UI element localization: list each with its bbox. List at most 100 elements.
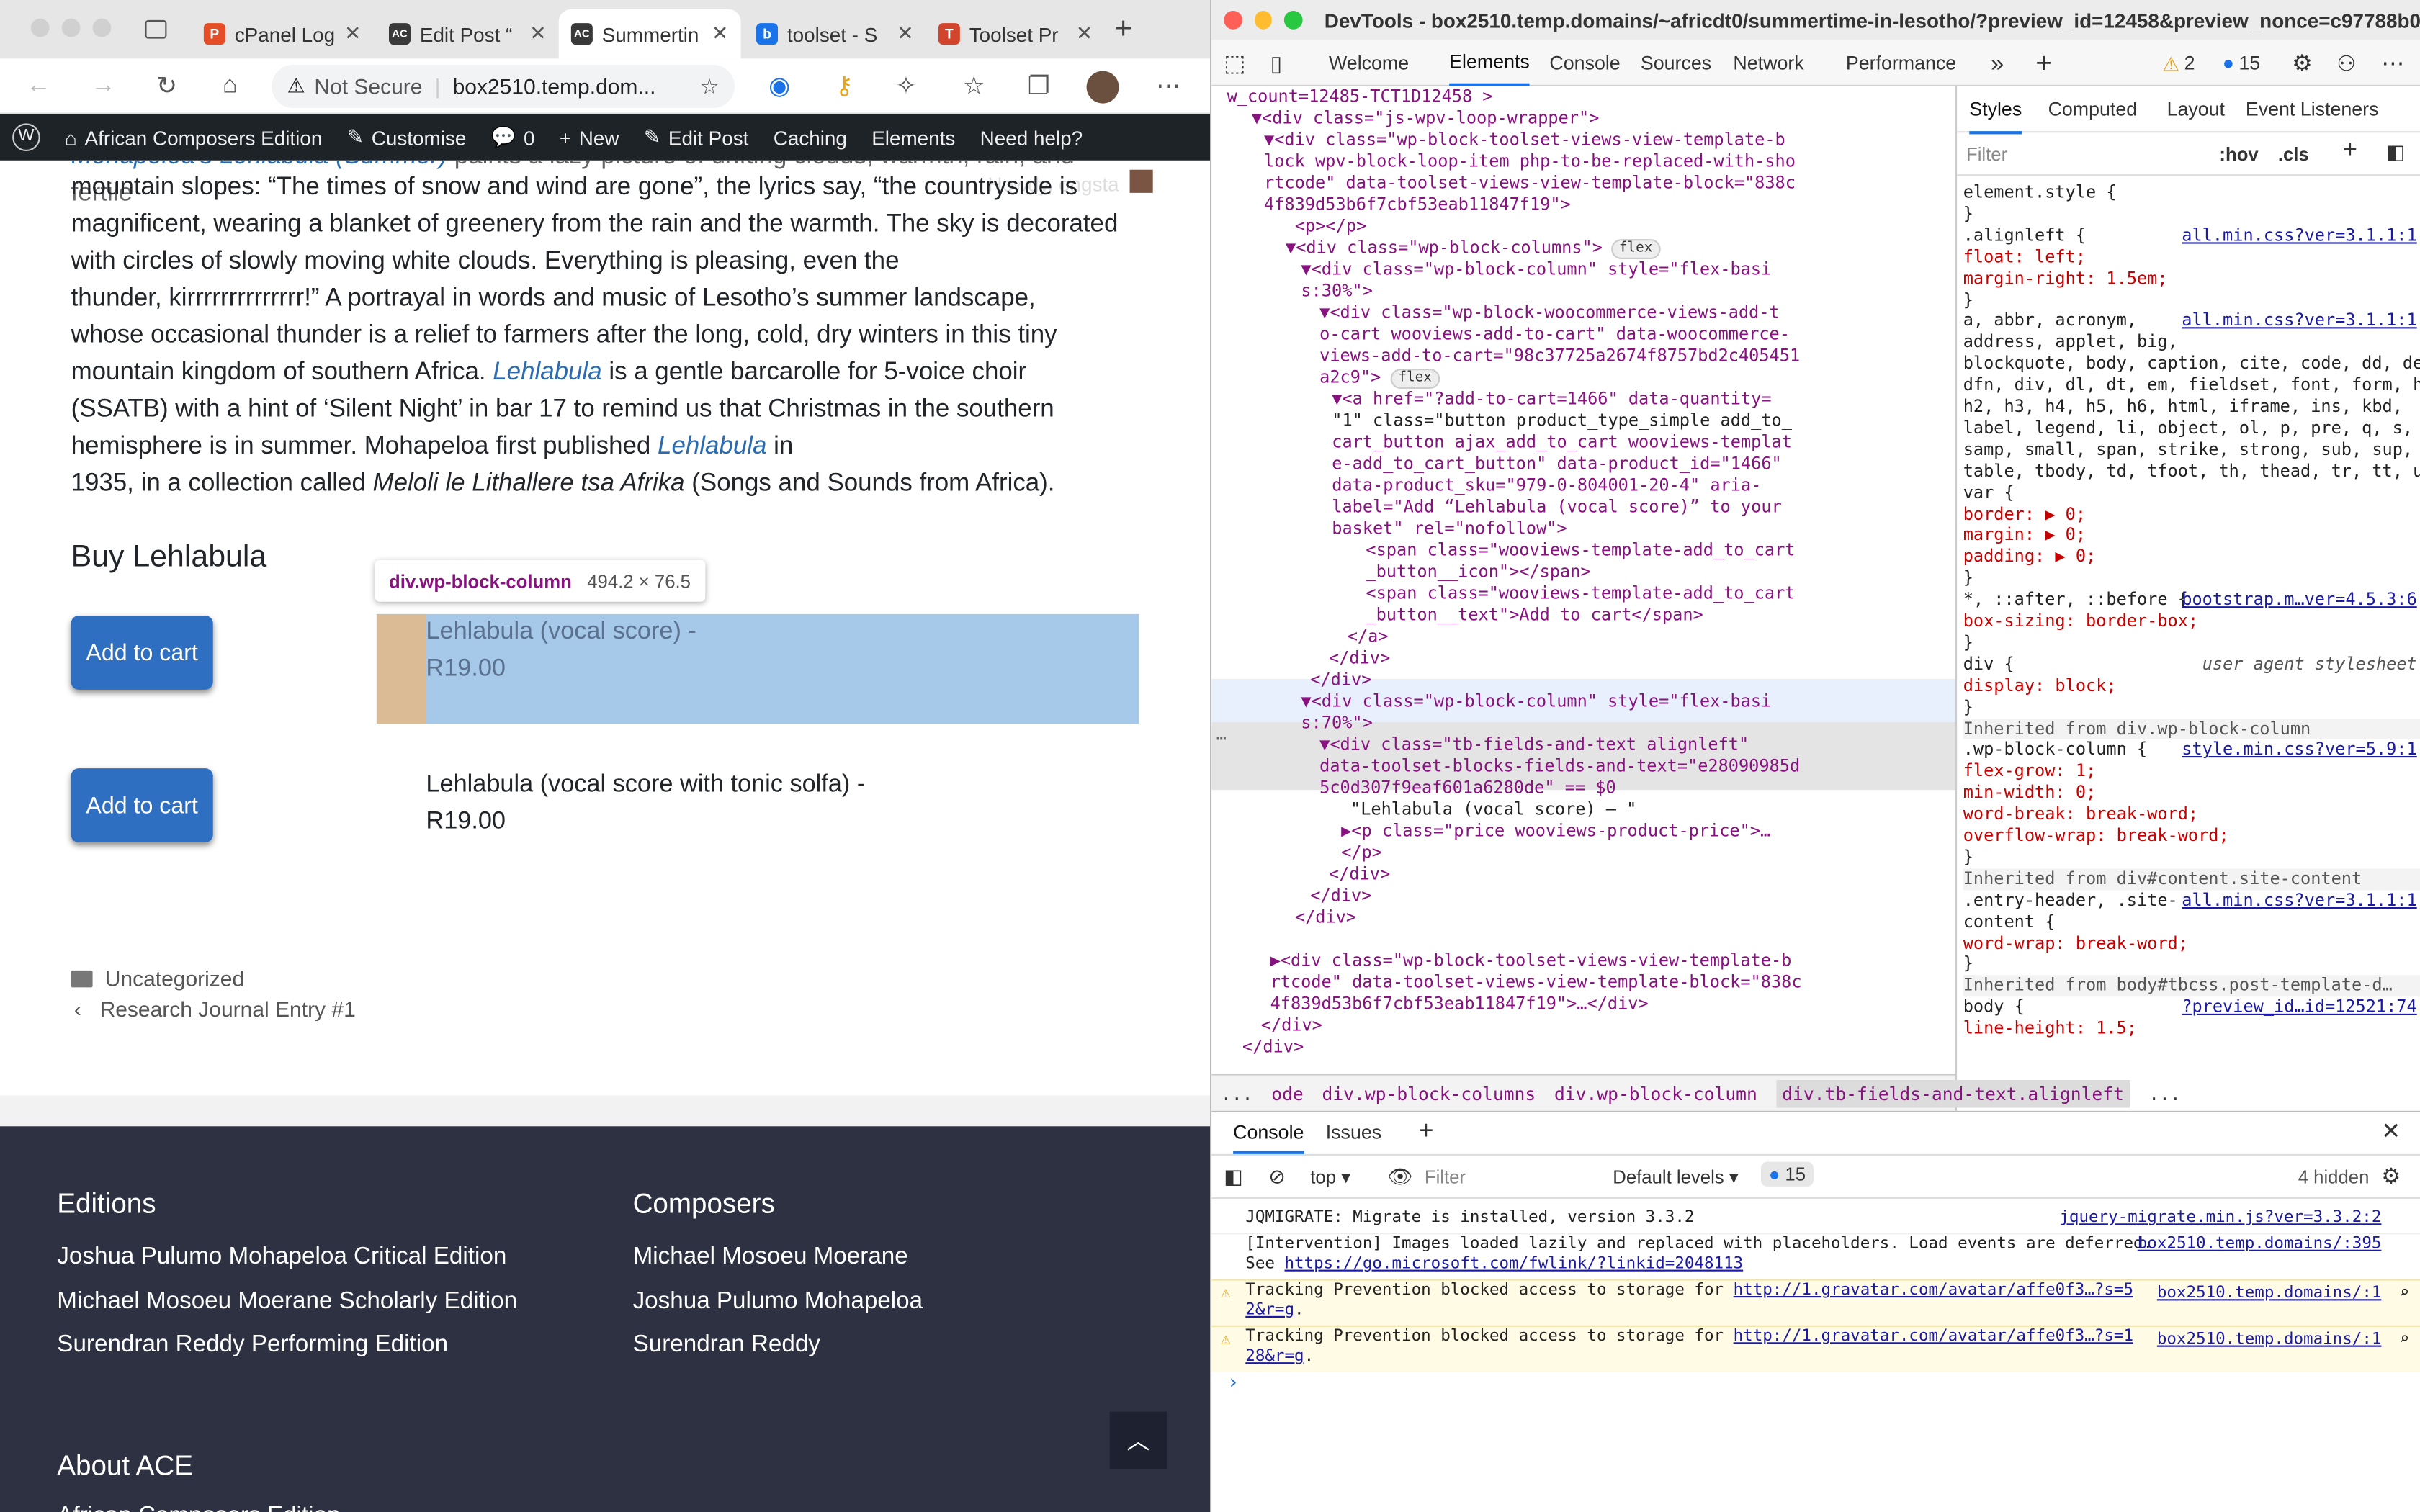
dom-node-line[interactable]: </div> [1329, 648, 1390, 670]
forward-icon[interactable]: → [86, 71, 120, 102]
console-filter-input[interactable]: Filter [1425, 1166, 1466, 1188]
home-icon[interactable]: ⌂ [213, 71, 247, 102]
dom-node-line[interactable]: _button__icon"></span> [1366, 562, 1590, 583]
inspect-element-icon[interactable]: ⬚ [1224, 40, 1245, 86]
more-tabs-icon[interactable]: » [1991, 40, 2004, 86]
dom-node-line[interactable]: </div> [1329, 864, 1390, 886]
tab-close-icon[interactable]: ✕ [344, 22, 361, 46]
lehlabula-summer-link[interactable]: Mohapeloa's Lehlabula (Summer) [71, 161, 448, 170]
lehlabula-link[interactable]: Lehlabula [493, 358, 601, 386]
drawer-tab-issues[interactable]: Issues [1326, 1122, 1381, 1143]
collections-icon[interactable]: ❐ [1022, 71, 1056, 102]
tab-actions-icon[interactable] [145, 19, 167, 39]
minimize-window-button[interactable] [1254, 11, 1273, 30]
add-to-cart-button[interactable]: Add to cart [71, 768, 213, 842]
flex-badge[interactable]: flex [1390, 369, 1440, 389]
console-prompt[interactable]: › [1227, 1372, 1240, 1395]
source-link[interactable]: box2510.temp.domains/:395 [2138, 1234, 2382, 1254]
stylesheet-source-link[interactable]: ?preview_id…id=12521:74 [2182, 997, 2416, 1017]
dom-node-line[interactable]: ▼<div class="wp-block-column" style="fle… [1301, 691, 1771, 713]
dom-node-line[interactable]: o-cart wooviews-add-to-cart" data-woocom… [1319, 324, 1790, 346]
gravatar-link[interactable]: http://1.gravatar.com/avatar/affe0f3…?s=… [1734, 1327, 2133, 1346]
console-settings-icon[interactable]: ⚙ [2381, 1164, 2401, 1189]
dom-node-line[interactable]: label="Add “Lehlabula (vocal score)” to … [1332, 497, 1781, 518]
close-window-button[interactable] [1224, 11, 1242, 30]
dom-node-line[interactable]: </div> [1295, 907, 1356, 929]
close-window-button[interactable] [30, 18, 50, 37]
search-icon[interactable]: ⌕ [2399, 1284, 2409, 1304]
more-options-icon[interactable]: ⋯ [2381, 40, 2404, 86]
favorite-star-icon[interactable]: ☆ [700, 73, 720, 99]
wordpress-logo-icon[interactable]: W [0, 114, 53, 161]
help-menu[interactable]: Need help? [968, 114, 1095, 161]
tab-welcome[interactable]: Welcome [1329, 40, 1409, 86]
breadcrumb-item[interactable]: div.wp-block-column [1554, 1082, 1757, 1104]
gravatar-link[interactable]: http://1.gravatar.com/avatar/affe0f3…?s=… [1734, 1281, 2133, 1300]
log-levels-select[interactable]: Default levels ▾ [1613, 1166, 1738, 1188]
new-content-menu[interactable]: + New [547, 114, 632, 161]
context-select[interactable]: top ▾ [1310, 1166, 1350, 1188]
breadcrumb-item-selected[interactable]: div.tb-fields-and-text.alignleft [1775, 1079, 2130, 1107]
breadcrumb-item[interactable]: ... [2148, 1082, 2181, 1104]
sidebar-toggle-icon[interactable]: ◧ [1224, 1165, 1242, 1189]
fwlink-link[interactable]: https://go.microsoft.com/fwlink/?linkid=… [1284, 1254, 1743, 1273]
tab-network[interactable]: Network [1733, 40, 1803, 86]
dom-node-line[interactable]: lock wpv-block-loop-item php-to-be-repla… [1264, 151, 1796, 173]
reload-icon[interactable]: ↻ [150, 71, 184, 102]
favorites-icon[interactable]: ☆ [957, 71, 991, 102]
breadcrumb-item[interactable]: ... [1221, 1082, 1253, 1104]
tab-bing-toolset[interactable]: b toolset - S ✕ [744, 9, 926, 59]
message-count-badge[interactable]: ● 15 [1761, 1161, 1814, 1187]
comments-link[interactable]: 💬 0 [478, 114, 547, 161]
new-rule-icon[interactable]: + [2343, 138, 2357, 166]
source-link[interactable]: jquery-migrate.min.js?ver=3.3.2:2 [2059, 1208, 2381, 1228]
zoom-window-button[interactable] [1284, 11, 1303, 30]
clear-console-icon[interactable]: ⊘ [1268, 1165, 1285, 1189]
dom-node-line[interactable]: ▼<div class="wp-block-column" style="fle… [1301, 259, 1771, 281]
dom-node-line[interactable]: ▼<div class="js-wpv-loop-wrapper"> [1252, 108, 1600, 130]
tab-event-listeners[interactable]: Event Listeners [2246, 99, 2379, 120]
add-drawer-tab-icon[interactable]: + [1418, 1115, 1433, 1146]
drawer-tab-console[interactable]: Console [1233, 1122, 1304, 1154]
caching-menu[interactable]: Caching [761, 114, 860, 161]
customise-link[interactable]: ✎ Customise [334, 114, 478, 161]
tab-close-icon[interactable]: ✕ [712, 22, 728, 46]
hover-state-toggle[interactable]: :hov [2219, 143, 2258, 165]
add-to-cart-button[interactable]: Add to cart [71, 616, 213, 690]
tab-elements[interactable]: Elements [1449, 40, 1530, 87]
stylesheet-source-link[interactable]: all.min.css?ver=3.1.1:1 [2182, 311, 2416, 331]
stylesheet-source-link[interactable]: style.min.css?ver=5.9:1 [2182, 739, 2416, 760]
edition-link[interactable]: Joshua Pulumo Mohapeloa Critical Edition [57, 1243, 506, 1272]
sidebar-toggle-icon[interactable]: ◧ [2386, 140, 2405, 165]
minimize-window-button[interactable] [61, 18, 81, 37]
tab-sources[interactable]: Sources [1641, 40, 1711, 86]
tab-close-icon[interactable]: ✕ [529, 22, 546, 46]
dom-node-line[interactable]: ▶<p class="price wooviews-product-price"… [1341, 821, 1770, 842]
tab-styles[interactable]: Styles [1969, 99, 2022, 135]
tab-performance[interactable]: Performance [1846, 40, 1956, 86]
dom-node-line[interactable]: 4f839d53b6f7cbf53eab11847f19"> [1264, 194, 1571, 216]
dom-node-line[interactable]: s:70%"> [1301, 713, 1372, 734]
breadcrumb-item[interactable]: ode [1271, 1082, 1304, 1104]
edition-link[interactable]: Michael Mosoeu Moerane Scholarly Edition [57, 1288, 517, 1316]
tab-close-icon[interactable]: ✕ [1076, 22, 1093, 46]
tab-close-icon[interactable]: ✕ [897, 22, 913, 46]
scroll-to-top-button[interactable]: ︿ [1109, 1411, 1167, 1469]
close-drawer-icon[interactable]: ✕ [2381, 1117, 2401, 1145]
elements-dom-tree[interactable]: ⋯ w_count=12485-TCT1D12458 > ▼<div class=… [1211, 86, 1955, 1074]
dom-node-line[interactable]: <p></p> [1295, 216, 1366, 238]
ellipsis-icon[interactable]: ⋯ [1216, 728, 1227, 750]
flex-badge[interactable]: flex [1611, 239, 1661, 259]
add-tab-icon[interactable]: + [2035, 40, 2052, 86]
dom-node-line[interactable]: "Lehlabula (vocal score) – " [1350, 799, 1636, 821]
dom-node-line[interactable]: w_count=12485-TCT1D12458 > [1227, 86, 1493, 108]
dom-node-line[interactable]: views-add-to-cart="98c37725a2674f8757bd2… [1319, 346, 1800, 367]
extensions-icon[interactable]: ✧ [889, 71, 923, 102]
dom-node-line[interactable]: </div> [1310, 886, 1371, 907]
dom-node-line[interactable]: ▼<div class="tb-fields-and-text alignlef… [1319, 734, 1749, 756]
dom-node-line[interactable]: cart_button ajax_add_to_cart wooviews-te… [1332, 432, 1792, 454]
dom-node-line[interactable]: a2c9"> [1319, 367, 1381, 389]
tab-cpanel[interactable]: P cPanel Log ✕ [192, 9, 374, 59]
back-icon[interactable]: ← [22, 71, 55, 102]
styles-filter-input[interactable]: Filter [1966, 143, 2007, 165]
